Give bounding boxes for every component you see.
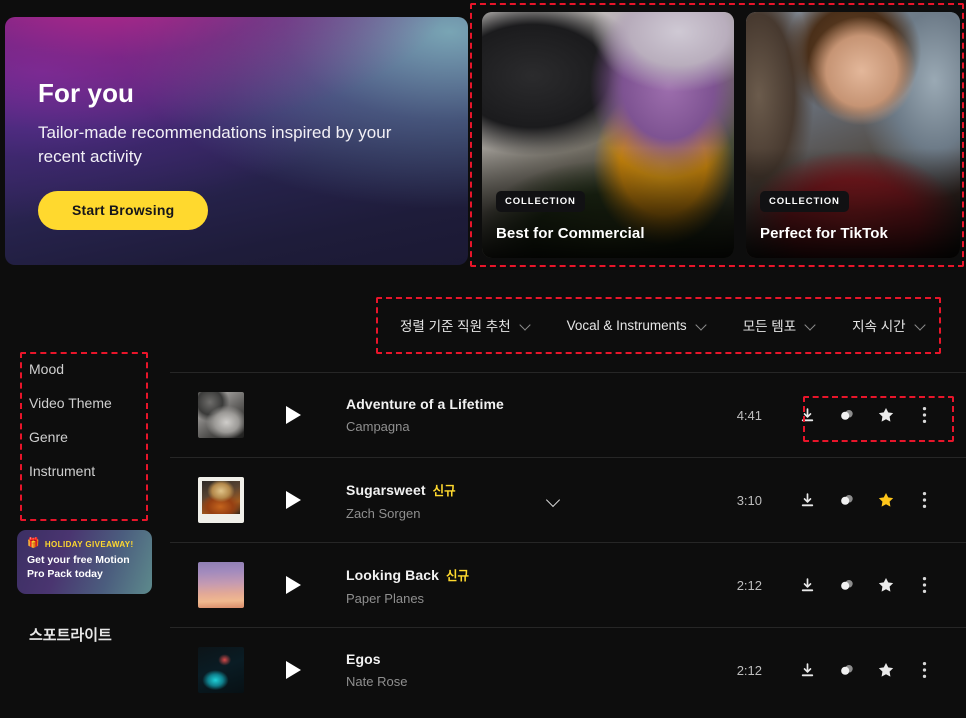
filter-label: 모든 템포 bbox=[742, 319, 797, 334]
play-icon[interactable] bbox=[286, 491, 301, 509]
track-meta: Looking Back 신규 Paper Planes bbox=[346, 565, 722, 606]
track-actions bbox=[798, 406, 934, 425]
track-title-row: Looking Back 신규 bbox=[346, 565, 722, 584]
sidebar-item-label: Video Theme bbox=[29, 395, 112, 411]
collection-title: Best for Commercial bbox=[496, 225, 645, 242]
track-duration: 2:12 bbox=[736, 662, 762, 678]
stems-icon[interactable] bbox=[837, 576, 856, 595]
gift-icon: 🎁 bbox=[27, 538, 40, 549]
hero-subtitle: Tailor-made recommendations inspired by … bbox=[38, 122, 392, 166]
track-title: Egos bbox=[346, 651, 381, 667]
stems-icon[interactable] bbox=[837, 661, 856, 680]
kebab-menu-icon[interactable] bbox=[915, 661, 934, 680]
promo-eyebrow-label: HOLIDAY GIVEAWAY! bbox=[44, 539, 134, 549]
track-new-badge: 신규 bbox=[446, 568, 470, 583]
track-actions bbox=[798, 576, 934, 595]
sidebar: Mood Video Theme Genre Instrument 🎁 HOLI… bbox=[0, 352, 166, 644]
page-root: For you Tailor-made recommendations insp… bbox=[0, 0, 966, 718]
track-artist: Paper Planes bbox=[346, 590, 425, 606]
play-icon[interactable] bbox=[286, 576, 301, 594]
chevron-down-icon bbox=[805, 320, 816, 331]
sidebar-item-instrument[interactable]: Instrument bbox=[0, 454, 166, 488]
sidebar-item-label: Instrument bbox=[29, 463, 96, 479]
track-duration: 3:10 bbox=[736, 492, 762, 508]
table-row[interactable]: Egos Nate Rose 2:12 bbox=[170, 627, 966, 712]
track-artist: Zach Sorgen bbox=[346, 505, 421, 521]
sidebar-item-label: Mood bbox=[29, 361, 65, 377]
kebab-menu-icon[interactable] bbox=[915, 491, 934, 510]
track-title-row: Sugarsweet 신규 bbox=[346, 480, 722, 499]
collection-badge: COLLECTION bbox=[496, 191, 585, 212]
download-icon[interactable] bbox=[798, 491, 817, 510]
track-thumbnail bbox=[198, 647, 244, 693]
track-meta: Sugarsweet 신규 Zach Sorgen bbox=[346, 480, 722, 521]
track-artist: Campagna bbox=[346, 419, 410, 434]
filter-bar: 정렬 기준 직원 추천 Vocal & Instruments 모든 템포 지속… bbox=[382, 305, 944, 345]
collection-title: Perfect for TikTok bbox=[760, 225, 888, 242]
track-meta: Egos Nate Rose bbox=[346, 651, 722, 689]
table-row[interactable]: Sugarsweet 신규 Zach Sorgen 3:10 bbox=[170, 457, 966, 542]
kebab-menu-icon[interactable] bbox=[915, 406, 934, 425]
track-duration: 4:41 bbox=[736, 407, 762, 423]
chevron-down-icon bbox=[696, 320, 707, 331]
holiday-giveaway-promo-card[interactable]: 🎁 HOLIDAY GIVEAWAY! Get your free Motion… bbox=[17, 530, 152, 594]
play-icon[interactable] bbox=[286, 661, 301, 679]
filter-vocal-instruments[interactable]: Vocal & Instruments bbox=[549, 305, 725, 345]
track-list: Adventure of a Lifetime Campagna 4:41 Su… bbox=[170, 372, 966, 712]
filter-label: 정렬 기준 직원 추천 bbox=[400, 319, 511, 334]
filter-tempo[interactable]: 모든 템포 bbox=[725, 305, 834, 345]
sidebar-item-video-theme[interactable]: Video Theme bbox=[0, 386, 166, 420]
star-icon[interactable] bbox=[876, 491, 895, 510]
track-title: Sugarsweet bbox=[346, 481, 426, 498]
track-title-row: Adventure of a Lifetime bbox=[346, 396, 722, 412]
hero-content: For you Tailor-made recommendations insp… bbox=[38, 79, 444, 230]
track-expand-chevron-down-icon[interactable] bbox=[545, 491, 563, 509]
stems-icon[interactable] bbox=[837, 491, 856, 510]
star-icon[interactable] bbox=[876, 576, 895, 595]
spotlight-heading: 스포트라이트 bbox=[29, 627, 112, 644]
filter-sort-by[interactable]: 정렬 기준 직원 추천 bbox=[382, 305, 549, 345]
track-thumbnail bbox=[198, 562, 244, 608]
table-row[interactable]: Looking Back 신규 Paper Planes 2:12 bbox=[170, 542, 966, 627]
track-actions bbox=[798, 491, 934, 510]
download-icon[interactable] bbox=[798, 406, 817, 425]
star-icon[interactable] bbox=[876, 661, 895, 680]
table-row[interactable]: Adventure of a Lifetime Campagna 4:41 bbox=[170, 372, 966, 457]
hero-banner[interactable]: For you Tailor-made recommendations insp… bbox=[5, 17, 468, 265]
collection-cards: COLLECTION Best for Commercial COLLECTIO… bbox=[482, 12, 960, 268]
download-icon[interactable] bbox=[798, 576, 817, 595]
track-thumbnail bbox=[198, 477, 244, 523]
sidebar-item-mood[interactable]: Mood bbox=[0, 352, 166, 386]
download-icon[interactable] bbox=[798, 661, 817, 680]
track-title: Looking Back bbox=[346, 566, 439, 583]
collection-badge: COLLECTION bbox=[760, 191, 849, 212]
promo-eyebrow: 🎁 HOLIDAY GIVEAWAY! bbox=[27, 539, 142, 549]
stems-icon[interactable] bbox=[837, 406, 856, 425]
kebab-menu-icon[interactable] bbox=[915, 576, 934, 595]
track-meta: Adventure of a Lifetime Campagna bbox=[346, 396, 722, 434]
track-title: Adventure of a Lifetime bbox=[346, 396, 504, 412]
filter-label: Vocal & Instruments bbox=[566, 317, 687, 333]
track-actions bbox=[798, 661, 934, 680]
promo-body-text: Get your free Motion Pro Pack today bbox=[27, 554, 130, 580]
sidebar-item-label: Genre bbox=[29, 429, 68, 445]
start-browsing-button[interactable]: Start Browsing bbox=[38, 190, 209, 230]
sidebar-item-genre[interactable]: Genre bbox=[0, 420, 166, 454]
track-title-row: Egos bbox=[346, 651, 722, 667]
track-duration: 2:12 bbox=[736, 577, 762, 593]
play-icon[interactable] bbox=[286, 406, 301, 424]
hero-title: For you bbox=[38, 78, 135, 108]
chevron-down-icon bbox=[520, 320, 531, 331]
track-thumbnail bbox=[198, 392, 244, 438]
chevron-down-icon bbox=[915, 320, 926, 331]
filter-duration[interactable]: 지속 시간 bbox=[834, 305, 943, 345]
filter-label: 지속 시간 bbox=[852, 319, 906, 334]
track-new-badge: 신규 bbox=[432, 483, 456, 498]
star-icon[interactable] bbox=[876, 406, 895, 425]
collection-card-perfect-for-tiktok[interactable]: COLLECTION Perfect for TikTok bbox=[746, 12, 960, 258]
collection-card-best-for-commercial[interactable]: COLLECTION Best for Commercial bbox=[482, 12, 734, 258]
track-artist: Nate Rose bbox=[346, 674, 408, 689]
